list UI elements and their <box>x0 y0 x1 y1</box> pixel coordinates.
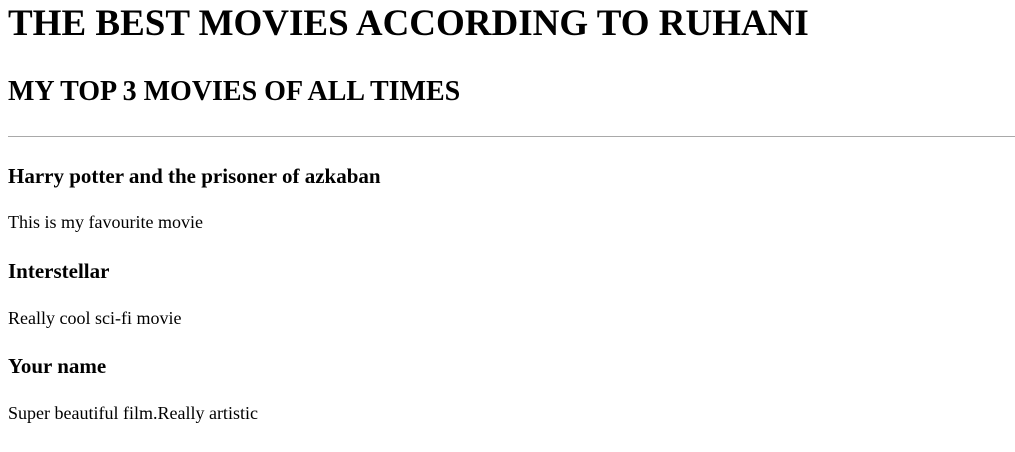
movie-title: Your name <box>8 354 107 378</box>
movie-title: Harry potter and the prisoner of azkaban <box>8 164 381 188</box>
movie-entry-harry-potter: Harry potter and the prisoner of azkaban… <box>8 164 1015 233</box>
page-title: THE BEST MOVIES ACCORDING TO RUHANI <box>8 3 809 44</box>
movie-description: Super beautiful film.Really artistic <box>8 403 258 423</box>
divider <box>8 136 1015 138</box>
movie-description: Really cool sci-fi movie <box>8 308 182 328</box>
movie-entry-interstellar: Interstellar Really cool sci-fi movie <box>8 259 1015 329</box>
movie-description: This is my favourite movie <box>8 212 203 232</box>
movie-entry-your-name: Your name Super beautiful film.Really ar… <box>8 354 1015 424</box>
page-content: THE BEST MOVIES ACCORDING TO RUHANI MY T… <box>0 0 1015 424</box>
page-subtitle: MY TOP 3 MOVIES OF ALL TIMES <box>8 76 461 107</box>
movie-title: Interstellar <box>8 259 110 283</box>
